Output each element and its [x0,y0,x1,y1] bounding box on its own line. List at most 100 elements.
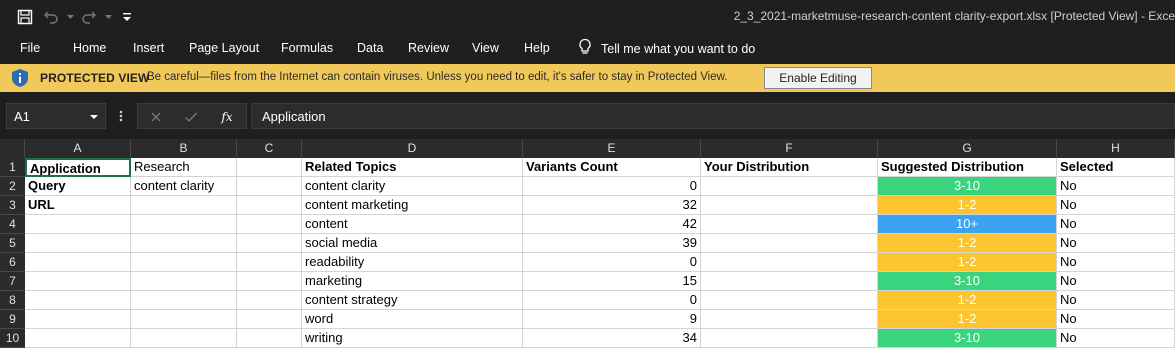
tab-page-layout[interactable]: Page Layout [189,41,259,55]
column-header-h[interactable]: H [1057,139,1175,158]
cell-b2[interactable]: content clarity [131,177,237,196]
cell-f2[interactable] [701,177,878,196]
cell-e1[interactable]: Variants Count [523,158,701,177]
save-icon[interactable] [14,6,36,28]
cell-d4[interactable]: content [302,215,523,234]
cell-b10[interactable] [131,329,237,348]
cell-b9[interactable] [131,310,237,329]
cell-f1[interactable]: Your Distribution [701,158,878,177]
cell-h4[interactable]: No [1057,215,1175,234]
tab-help[interactable]: Help [524,41,550,55]
cell-b3[interactable] [131,196,237,215]
select-all-corner[interactable] [0,139,25,158]
cell-d9[interactable]: word [302,310,523,329]
row-header-4[interactable]: 4 [0,215,25,234]
cell-e2[interactable]: 0 [523,177,701,196]
name-box[interactable]: A1 [6,103,106,129]
cell-f5[interactable] [701,234,878,253]
cell-f7[interactable] [701,272,878,291]
cell-d5[interactable]: social media [302,234,523,253]
cell-b6[interactable] [131,253,237,272]
cell-b1[interactable]: Research [131,158,237,177]
cell-d2[interactable]: content clarity [302,177,523,196]
cell-a8[interactable] [25,291,131,310]
row-header-6[interactable]: 6 [0,253,25,272]
cell-g9[interactable]: 1-2 [878,310,1057,329]
cell-e8[interactable]: 0 [523,291,701,310]
cell-b4[interactable] [131,215,237,234]
column-header-b[interactable]: B [131,139,237,158]
cell-b5[interactable] [131,234,237,253]
undo-dropdown-icon[interactable] [66,6,74,28]
cell-f3[interactable] [701,196,878,215]
cell-a1[interactable]: Application [25,158,131,177]
cell-b8[interactable] [131,291,237,310]
cell-g7[interactable]: 3-10 [878,272,1057,291]
cell-c7[interactable] [237,272,302,291]
cell-c2[interactable] [237,177,302,196]
cell-g6[interactable]: 1-2 [878,253,1057,272]
cell-g4[interactable]: 10+ [878,215,1057,234]
row-header-2[interactable]: 2 [0,177,25,196]
cell-f8[interactable] [701,291,878,310]
cell-e5[interactable]: 39 [523,234,701,253]
cell-g2[interactable]: 3-10 [878,177,1057,196]
cancel-icon[interactable] [147,108,165,126]
enable-editing-button[interactable]: Enable Editing [764,67,872,89]
row-header-3[interactable]: 3 [0,196,25,215]
row-header-9[interactable]: 9 [0,310,25,329]
cell-c4[interactable] [237,215,302,234]
row-header-1[interactable]: 1 [0,158,25,177]
cell-c9[interactable] [237,310,302,329]
cell-f4[interactable] [701,215,878,234]
cell-c8[interactable] [237,291,302,310]
row-header-5[interactable]: 5 [0,234,25,253]
row-header-8[interactable]: 8 [0,291,25,310]
cell-d7[interactable]: marketing [302,272,523,291]
cell-g10[interactable]: 3-10 [878,329,1057,348]
cell-h1[interactable]: Selected [1057,158,1175,177]
redo-icon[interactable] [78,6,100,28]
tab-insert[interactable]: Insert [133,41,164,55]
undo-icon[interactable] [40,6,62,28]
row-header-7[interactable]: 7 [0,272,25,291]
more-options-icon[interactable] [117,106,125,126]
tab-view[interactable]: View [472,41,499,55]
cell-f10[interactable] [701,329,878,348]
cell-b7[interactable] [131,272,237,291]
cell-h9[interactable]: No [1057,310,1175,329]
cell-a7[interactable] [25,272,131,291]
cell-a10[interactable] [25,329,131,348]
cell-e3[interactable]: 32 [523,196,701,215]
tab-file[interactable]: File [20,41,40,55]
cell-d8[interactable]: content strategy [302,291,523,310]
cell-g3[interactable]: 1-2 [878,196,1057,215]
cell-h6[interactable]: No [1057,253,1175,272]
column-header-d[interactable]: D [302,139,523,158]
cell-g8[interactable]: 1-2 [878,291,1057,310]
cell-a9[interactable] [25,310,131,329]
cell-h2[interactable]: No [1057,177,1175,196]
cell-a3[interactable]: URL [25,196,131,215]
cell-d10[interactable]: writing [302,329,523,348]
cell-c1[interactable] [237,158,302,177]
cell-f9[interactable] [701,310,878,329]
column-header-c[interactable]: C [237,139,302,158]
cell-h10[interactable]: No [1057,329,1175,348]
tab-data[interactable]: Data [357,41,383,55]
cell-c3[interactable] [237,196,302,215]
redo-dropdown-icon[interactable] [104,6,112,28]
cell-h3[interactable]: No [1057,196,1175,215]
cell-a6[interactable] [25,253,131,272]
formula-input[interactable]: Application [251,103,1175,129]
cell-a5[interactable] [25,234,131,253]
row-header-10[interactable]: 10 [0,329,25,348]
cell-e4[interactable]: 42 [523,215,701,234]
cell-e9[interactable]: 9 [523,310,701,329]
cell-e6[interactable]: 0 [523,253,701,272]
tab-home[interactable]: Home [73,41,106,55]
customize-icon[interactable] [116,6,138,28]
cell-h7[interactable]: No [1057,272,1175,291]
cell-e7[interactable]: 15 [523,272,701,291]
cell-c5[interactable] [237,234,302,253]
